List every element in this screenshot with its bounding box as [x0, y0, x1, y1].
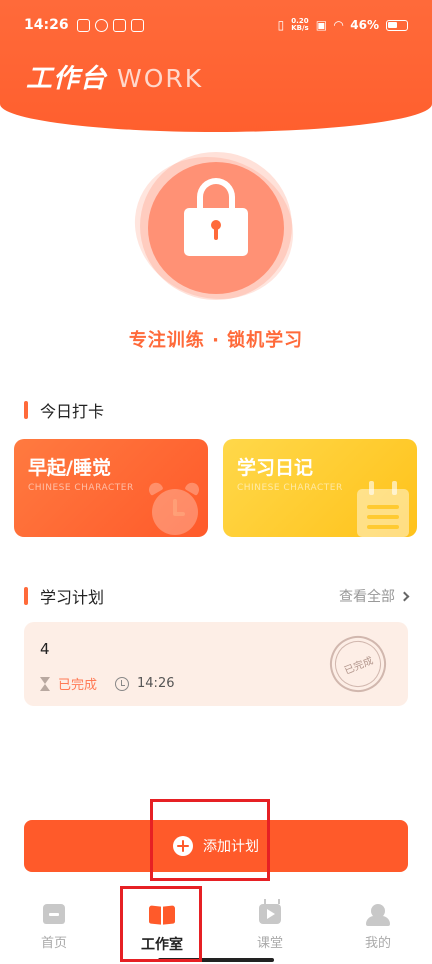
chevron-right-icon	[399, 591, 410, 601]
tab-studio[interactable]: 工作室	[108, 890, 216, 964]
baidu-icon	[130, 18, 144, 32]
book-icon	[149, 904, 175, 926]
card-title: 学习日记	[237, 457, 314, 479]
vibrate-icon: ▯	[277, 18, 285, 32]
battery-icon	[386, 19, 408, 31]
notebook-icon	[357, 481, 409, 537]
plan-status: 已完成	[58, 678, 98, 693]
checkin-card-study-diary[interactable]: 学习日记 CHINESE CHARACTER	[223, 439, 417, 537]
plan-time: 14:26	[137, 676, 175, 691]
completed-stamp: 已完成	[321, 627, 395, 701]
page-title: 工作台 WORK	[26, 58, 203, 95]
bottom-nav: 首页 工作室 课堂 我的	[0, 890, 432, 964]
checkin-section-title: 今日打卡	[40, 402, 105, 421]
lock-hero[interactable]	[116, 136, 312, 320]
add-plan-label: 添加计划	[203, 839, 259, 855]
tab-classroom[interactable]: 课堂	[216, 890, 324, 964]
view-all-link[interactable]: 查看全部	[339, 586, 410, 606]
add-plan-button[interactable]: 添加计划	[24, 820, 408, 872]
net-speed: 0.20 KB/s	[291, 17, 309, 32]
notification-app-icon	[94, 18, 108, 32]
card-subtitle: CHINESE CHARACTER	[28, 483, 134, 493]
status-bar: 14:26 ▯ 0.20 KB/s ▣ ◠ 46%	[24, 14, 408, 36]
alarm-clock-icon	[146, 480, 202, 535]
header: 14:26 ▯ 0.20 KB/s ▣ ◠ 46% 工作台 WORK	[0, 0, 432, 132]
plan-item[interactable]: 4 已完成 14:26 已完成	[24, 622, 408, 706]
notification-app-icon	[76, 18, 90, 32]
no-sim-icon: ▣	[315, 18, 328, 32]
status-right: ▯ 0.20 KB/s ▣ ◠ 46%	[278, 18, 408, 32]
status-time: 14:26	[24, 17, 69, 33]
plan-section-title: 学习计划	[40, 588, 105, 607]
slogan: 专注训练 · 锁机学习	[128, 330, 304, 351]
tab-home[interactable]: 首页	[0, 890, 108, 964]
battery-percent: 46%	[350, 18, 379, 32]
checkin-card-wake-sleep[interactable]: 早起/睡觉 CHINESE CHARACTER	[14, 439, 208, 537]
hourglass-icon	[40, 676, 50, 691]
section-accent-bar	[24, 401, 28, 419]
wifi-icon: ◠	[334, 18, 344, 32]
plan-meta: 已完成 14:26	[40, 674, 174, 693]
plus-circle-icon	[173, 836, 193, 856]
tv-icon	[259, 904, 281, 924]
card-subtitle: CHINESE CHARACTER	[237, 483, 343, 493]
page-title-cn: 工作台	[26, 64, 108, 94]
home-icon	[43, 904, 65, 924]
tab-mine[interactable]: 我的	[324, 890, 432, 964]
home-indicator	[158, 958, 274, 962]
lock-icon	[184, 178, 248, 258]
user-icon	[366, 904, 390, 926]
page-title-en: WORK	[117, 64, 204, 93]
plan-section-header: 学习计划 查看全部	[24, 584, 410, 608]
card-title: 早起/睡觉	[28, 457, 111, 479]
tiktok-icon	[112, 18, 126, 32]
checkin-section-header: 今日打卡	[24, 398, 408, 422]
alarm-icon	[115, 676, 130, 691]
section-accent-bar	[24, 587, 28, 605]
status-notification-icons	[76, 18, 144, 32]
plan-name: 4	[40, 640, 50, 658]
